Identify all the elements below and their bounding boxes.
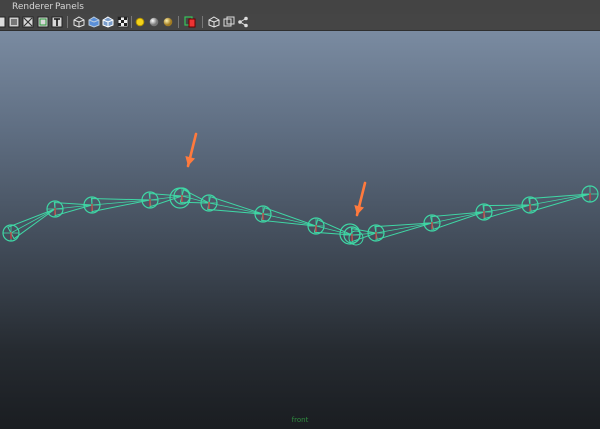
bone-axis-line xyxy=(91,199,151,206)
isolate-select-icon[interactable] xyxy=(207,15,220,28)
smooth-shade-icon[interactable] xyxy=(87,15,100,28)
annotation-arrow-head xyxy=(185,156,196,166)
wireframe-cube-icon[interactable] xyxy=(222,15,235,28)
panel-toolbar xyxy=(0,14,600,31)
menu-renderer[interactable]: Renderer xyxy=(12,0,53,14)
textured-icon[interactable] xyxy=(116,15,129,28)
viewport-panel[interactable]: front xyxy=(0,31,600,429)
toolbar-separator xyxy=(202,16,203,28)
joint-overlap-circle xyxy=(169,187,191,209)
default-light-sphere-icon[interactable] xyxy=(147,15,160,28)
shadows-sphere-icon[interactable] xyxy=(161,15,174,28)
camera-attributes-icon[interactable] xyxy=(7,15,20,28)
toolbar-separator xyxy=(178,16,179,28)
wireframe-grid-icon[interactable] xyxy=(21,15,34,28)
joint-chain xyxy=(2,132,599,246)
select-camera-icon[interactable] xyxy=(0,15,6,28)
toolbar-separator xyxy=(67,16,68,28)
share-nodes-icon[interactable] xyxy=(236,15,249,28)
toolbar-separator xyxy=(131,16,132,28)
film-gate-icon[interactable] xyxy=(36,15,49,28)
wireframe-on-shaded-icon[interactable] xyxy=(101,15,114,28)
menu-panels[interactable]: Panels xyxy=(55,0,84,14)
xray-selection-icon[interactable] xyxy=(184,15,197,28)
text-t-icon[interactable] xyxy=(50,15,63,28)
wireframe-shaded-icon[interactable] xyxy=(72,15,85,28)
menu-bar: Renderer Panels xyxy=(0,0,600,14)
use-all-lights-icon[interactable] xyxy=(133,15,146,28)
camera-name-label: front xyxy=(291,416,309,424)
annotation-arrow-head xyxy=(354,205,365,215)
